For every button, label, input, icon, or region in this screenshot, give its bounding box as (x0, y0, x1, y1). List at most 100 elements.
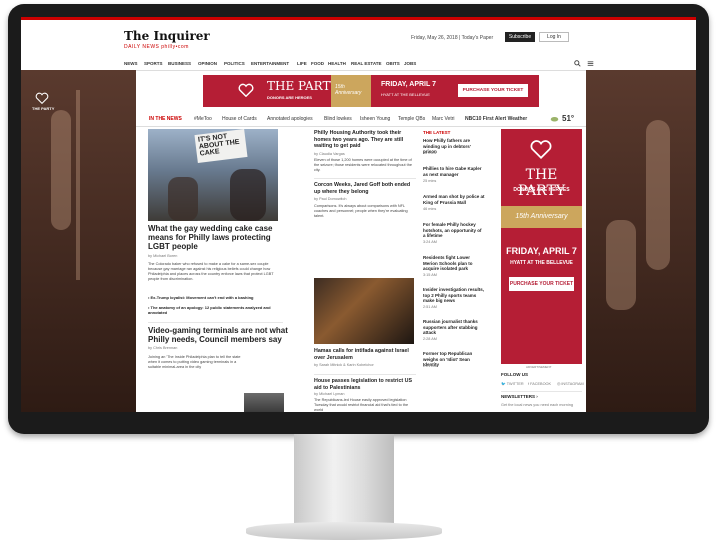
topic-marc-vetri[interactable]: Marc Vetri (432, 116, 455, 122)
nav-item-food[interactable]: FOOD (311, 61, 324, 66)
topic-isheen-young[interactable]: Isheen Young (360, 116, 390, 122)
story2-summary: Comparisons. It's always about compariso… (314, 204, 408, 218)
story1-headline[interactable]: Philly Housing Authority took their home… (314, 130, 416, 150)
cloud-icon (550, 117, 559, 122)
aerialist-figure-right (646, 120, 670, 270)
temperature: 51° (562, 114, 575, 123)
main-nav: NEWS SPORTS BUSINESS OPINION POLITICS EN… (21, 57, 696, 71)
story3-headline[interactable]: Hamas calls for intifada against Israel … (314, 348, 416, 361)
sidebar-ad-anniversary: 15th Anniversary (501, 206, 582, 228)
story2-byline: by Paul Domowitch (314, 197, 347, 201)
advertisement-label: ADVERTISEMENT (526, 365, 552, 369)
site-logo[interactable]: The Inquirer (124, 29, 210, 43)
story2-headline[interactable]: Corcon Weeks, Jared Goff both ended up w… (314, 182, 416, 195)
monitor-stand (294, 434, 394, 526)
latest-item-time: 46 mins (423, 207, 437, 211)
hero-protest-sign: IT'S NOT ABOUT THE CAKE (194, 129, 248, 163)
story3-byline: by Sarah Mitnick & Karin Kobelchor (314, 363, 374, 367)
site-logo-sub: DAILY NEWS philly•com (124, 44, 189, 50)
latest-item-title: Armed man shot by police at King of Prus… (423, 194, 485, 205)
topic-temple-qbs[interactable]: Temple QBs (398, 116, 425, 122)
menu-icon[interactable] (587, 60, 594, 67)
hero-headline[interactable]: What the gay wedding cake case means for… (148, 224, 283, 251)
gaming-terminal-image[interactable] (244, 393, 284, 412)
latest-item-time: 25 mins (423, 179, 437, 183)
nav-item-business[interactable]: BUSINESS (168, 61, 191, 66)
sidebar-ad-cta-button[interactable]: PURCHASE YOUR TICKET (509, 277, 574, 291)
protest-fire-image[interactable] (314, 278, 414, 344)
latest-item-time: 3:24 AM (423, 240, 437, 244)
related-link-2-text: The anatomy of an apology: 12 public sta… (148, 305, 271, 315)
latest-item-title: Phillies to hire Gabe Kapler as next man… (423, 166, 482, 177)
topic-blind-lowkes[interactable]: Blind lowkes (324, 116, 352, 122)
related-link-2[interactable]: • The anatomy of an apology: 12 public s… (148, 305, 283, 315)
topic-metoo[interactable]: #MeToo (194, 116, 212, 122)
topic-annotated-apologies[interactable]: Annotated apologies (267, 116, 313, 122)
story4-headline[interactable]: House passes legislation to restrict US … (314, 378, 416, 391)
top-banner-ad[interactable]: THE PARTY DONORS ARE HEROES 15th Anniver… (203, 75, 539, 107)
login-button[interactable]: Log In (539, 32, 569, 42)
topic-in-the-news[interactable]: IN THE NEWS (149, 116, 182, 122)
banner-anniversary-box: 15th Anniversary (331, 75, 371, 107)
divider (501, 391, 582, 392)
instagram-label: INSTAGRAM (561, 382, 584, 386)
heart-logo-icon (35, 92, 49, 104)
nav-item-opinion[interactable]: OPINION (198, 61, 217, 66)
latest-item-title: For female Philly hockey hotshots, an op… (423, 222, 482, 238)
background-ad-right (586, 70, 696, 412)
performer-figure (606, 220, 636, 310)
second-headline[interactable]: Video-gaming terminals are not what Phil… (148, 326, 288, 344)
sidebar-ad-brand: THE PARTY (517, 167, 566, 199)
related-link-1-text: Ex-Trump loyalist: Movement can't end wi… (150, 295, 254, 300)
hero-image[interactable]: IT'S NOT ABOUT THE CAKE (148, 129, 278, 221)
instagram-link[interactable]: ◎ INSTAGRAM (557, 382, 584, 387)
hero-byline: by Michael Boren (148, 254, 178, 258)
nav-item-entertainment[interactable]: ENTERTAINMENT (251, 61, 289, 66)
banner-brand: THE PARTY (267, 79, 339, 93)
latest-item-title: Residents fight Lower Merion Schools pla… (423, 255, 473, 271)
heart-logo-icon (530, 140, 552, 159)
hero-summary: The Colorado baker who refused to make a… (148, 262, 274, 281)
story4-byline: by Michael Lyman (314, 392, 345, 396)
banner-event-place: HYATT AT THE BELLEVUE (381, 92, 430, 97)
heart-logo-icon (238, 83, 254, 97)
topic-house-of-cards[interactable]: House of Cards (222, 116, 257, 122)
story1-byline: by Claudia Vargas (314, 152, 345, 156)
nav-item-health[interactable]: HEALTH (328, 61, 346, 66)
latest-item-title: Insider investigation results, top 2 Phi… (423, 287, 485, 303)
nav-item-jobs[interactable]: JOBS (404, 61, 416, 66)
banner-brand-sub: DONORS ARE HEROES (267, 95, 312, 100)
subscribe-button[interactable]: Subscribe (505, 32, 535, 42)
nav-item-sports[interactable]: SPORTS (144, 61, 163, 66)
banner-event-date: FRIDAY, APRIL 7 (381, 81, 436, 88)
latest-item-title: Russian journalist thanks supporters aft… (423, 319, 478, 335)
facebook-label: FACEBOOK (530, 382, 552, 386)
nav-item-politics[interactable]: POLITICS (224, 61, 245, 66)
protester-figure (230, 169, 266, 221)
protester-figure (168, 177, 198, 221)
latest-item-time: 2:28 AM (423, 337, 437, 341)
newsletters-heading[interactable]: NEWSLETTERS › (501, 394, 538, 400)
sidebar-ad[interactable]: THE PARTY DONORS ARE HEROES 15th Anniver… (501, 129, 582, 364)
topic-weather[interactable]: NBC10 First Alert Weather (465, 116, 527, 122)
nav-item-obits[interactable]: OBITS (386, 61, 400, 66)
nav-item-real-estate[interactable]: REAL ESTATE (351, 61, 382, 66)
nav-item-news[interactable]: NEWS (124, 61, 138, 66)
follow-us-heading: FOLLOW US (501, 372, 528, 377)
content-page: IN THE NEWS #MeToo House of Cards Annota… (136, 112, 586, 412)
background-ad-left: THE PARTY (21, 70, 136, 412)
nav-item-life[interactable]: LIFE (297, 61, 307, 66)
latest-item-time: 2:51 AM (423, 305, 437, 309)
divider (148, 322, 283, 323)
facebook-link[interactable]: f FACEBOOK (528, 382, 551, 387)
second-byline: by Chris Brennan (148, 346, 178, 350)
banner-cta-button[interactable]: PURCHASE YOUR TICKET (458, 84, 528, 97)
aerial-rope (76, 90, 80, 280)
newsletters-text: Get the local news you need each morning (501, 403, 573, 407)
sidebar-ad-event-date: FRIDAY, APRIL 7 (506, 246, 577, 256)
related-link-1[interactable]: • Ex-Trump loyalist: Movement can't end … (148, 295, 283, 300)
second-summary: Joining an 'The Inside Philadelphia plan… (148, 355, 241, 369)
search-icon[interactable] (574, 60, 581, 67)
twitter-label: TWITTER (506, 382, 524, 386)
twitter-link[interactable]: 🐦 TWITTER (501, 382, 524, 387)
